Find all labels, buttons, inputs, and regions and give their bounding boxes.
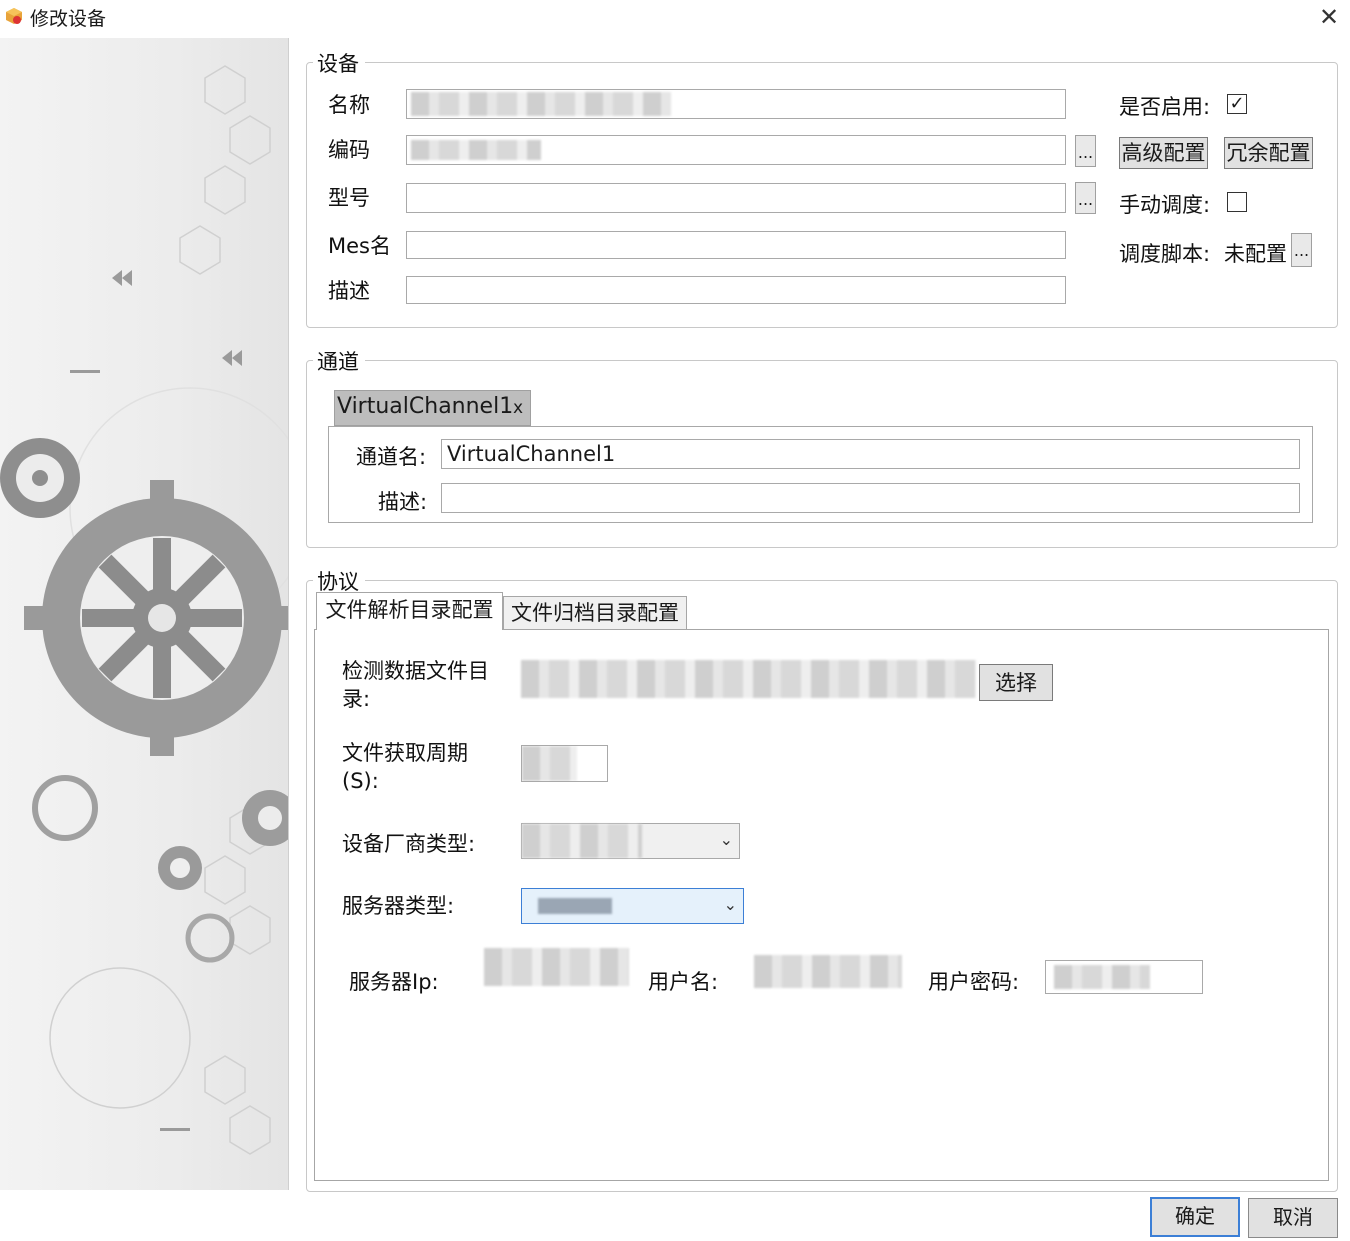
close-icon[interactable]: ✕	[1314, 4, 1344, 30]
detect-directory-field[interactable]	[521, 660, 976, 698]
tab-file-archive-directory[interactable]: 文件归档目录配置	[503, 596, 687, 630]
name-field-redacted	[411, 92, 671, 116]
detect-directory-label-line1: 检测数据文件目	[342, 659, 489, 683]
server-type-label: 服务器类型:	[342, 894, 455, 918]
advanced-config-button[interactable]: 高级配置	[1119, 137, 1208, 169]
manual-dispatch-label: 手动调度:	[1119, 193, 1211, 217]
chevron-down-icon: ⌄	[723, 895, 737, 914]
enabled-label: 是否启用:	[1119, 95, 1211, 119]
server-ip-label: 服务器Ip:	[349, 970, 439, 994]
server-type-dropdown[interactable]: ⌄	[521, 888, 744, 924]
fetch-period-label-line1: 文件获取周期	[342, 741, 468, 765]
username-label: 用户名:	[648, 970, 719, 994]
detect-directory-label: 检测数据文件目 录:	[342, 657, 489, 713]
dispatch-script-button[interactable]: ...	[1291, 233, 1312, 267]
channel-tab-label: VirtualChannel1	[337, 394, 514, 419]
description-label: 描述	[328, 279, 370, 303]
name-label: 名称	[328, 93, 370, 117]
fetch-period-label: 文件获取周期 (S):	[342, 739, 468, 795]
model-field[interactable]	[406, 183, 1066, 213]
channel-description-field[interactable]	[441, 483, 1300, 513]
model-label: 型号	[328, 186, 370, 210]
channel-description-label: 描述:	[378, 490, 428, 514]
code-field[interactable]	[406, 135, 1066, 165]
title-bar: 修改设备 ✕	[0, 0, 1350, 36]
fetch-period-label-line2: (S):	[342, 769, 379, 793]
window-title: 修改设备	[30, 8, 107, 30]
password-field[interactable]	[1045, 960, 1203, 994]
app-logo-icon	[6, 8, 22, 24]
vendor-type-dropdown[interactable]: ⌄	[521, 823, 740, 859]
name-field[interactable]	[406, 89, 1066, 119]
model-browse-button[interactable]: ...	[1075, 182, 1096, 214]
chevron-down-icon: ⌄	[719, 830, 733, 849]
redundant-config-button[interactable]: 冗余配置	[1224, 137, 1313, 169]
channel-group-label: 通道	[313, 346, 365, 376]
channel-name-field[interactable]: VirtualChannel1	[441, 439, 1300, 469]
mes-name-field[interactable]	[406, 231, 1066, 259]
server-ip-field[interactable]	[484, 948, 629, 986]
dispatch-script-value: 未配置	[1224, 242, 1287, 266]
password-label: 用户密码:	[928, 970, 1020, 994]
enabled-checkbox[interactable]: ✓	[1227, 94, 1247, 114]
channel-name-label: 通道名:	[356, 445, 427, 469]
password-redacted	[1054, 965, 1150, 989]
dispatch-script-label: 调度脚本:	[1119, 242, 1211, 266]
fetch-period-redacted	[522, 746, 577, 781]
server-type-redacted	[538, 898, 612, 914]
device-group-label: 设备	[313, 48, 365, 78]
code-label: 编码	[328, 138, 370, 162]
channel-tab[interactable]: VirtualChannel1 x	[334, 390, 531, 426]
channel-tab-close-icon[interactable]: x	[513, 398, 523, 418]
ok-button[interactable]: 确定	[1150, 1197, 1240, 1237]
fetch-period-field[interactable]	[521, 745, 608, 782]
username-field[interactable]	[754, 955, 902, 988]
vendor-type-label: 设备厂商类型:	[342, 832, 476, 856]
tab-file-parse-directory[interactable]: 文件解析目录配置	[316, 592, 503, 630]
checkmark-icon: ✓	[1229, 93, 1245, 114]
description-field[interactable]	[406, 276, 1066, 304]
code-browse-button[interactable]: ...	[1075, 135, 1096, 167]
manual-dispatch-checkbox[interactable]	[1227, 192, 1247, 212]
cancel-button[interactable]: 取消	[1248, 1198, 1338, 1238]
side-banner-image	[0, 38, 289, 1190]
select-directory-button[interactable]: 选择	[979, 664, 1053, 701]
vendor-type-redacted	[522, 824, 642, 858]
mes-name-label: Mes名	[328, 234, 391, 258]
detect-directory-label-line2: 录:	[342, 687, 371, 711]
code-field-redacted	[411, 140, 541, 160]
